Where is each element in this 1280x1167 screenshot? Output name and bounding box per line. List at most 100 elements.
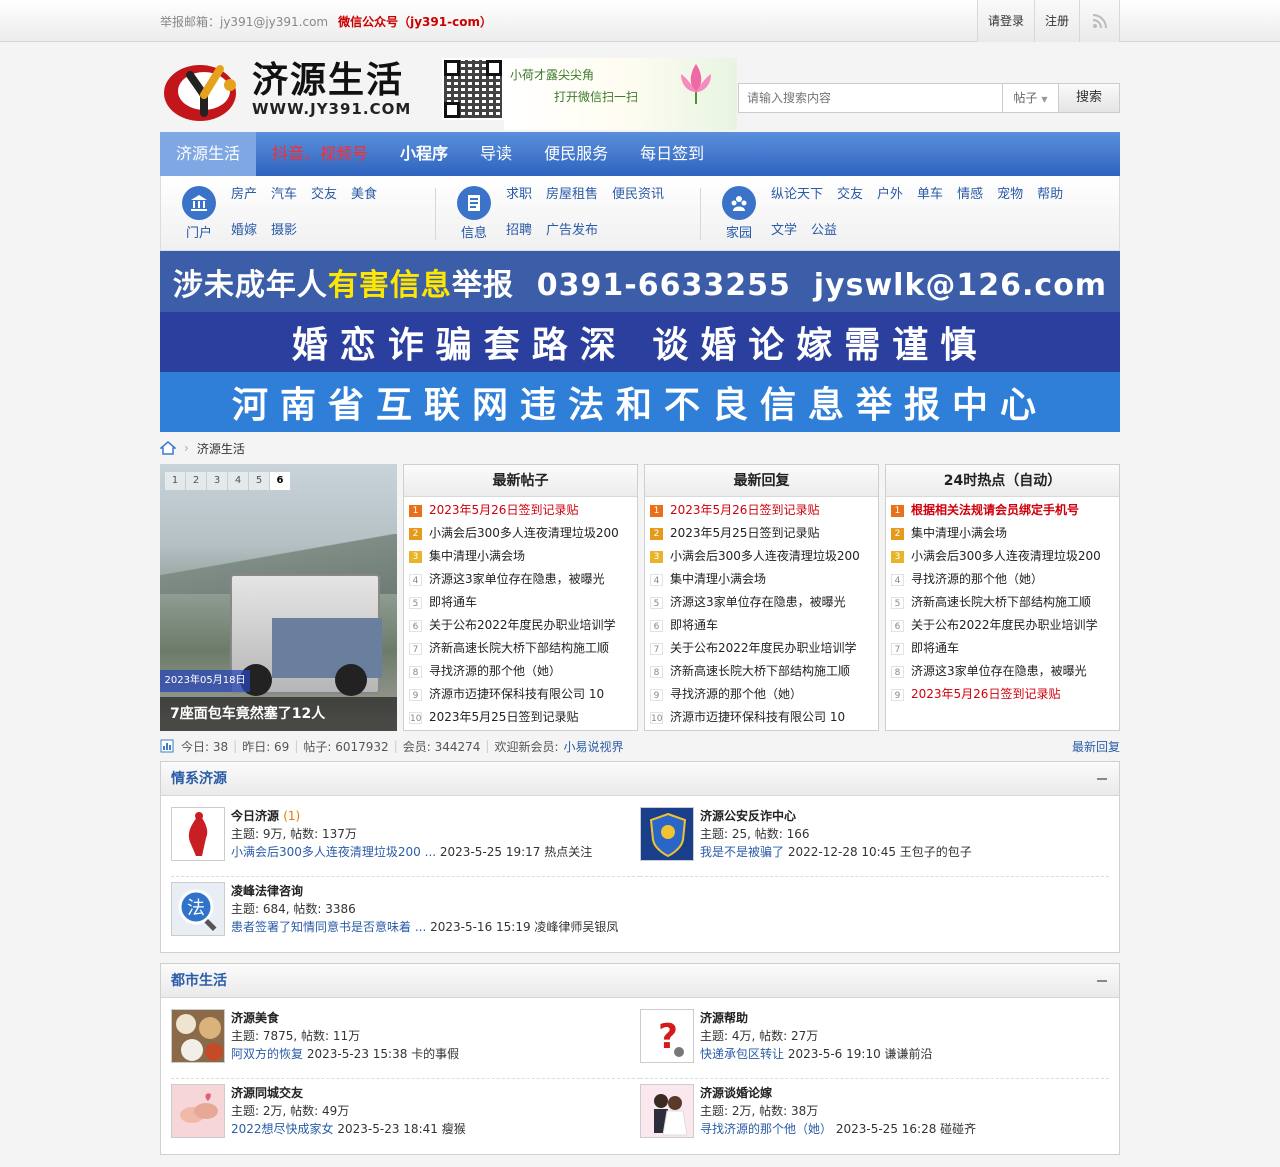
collapse-icon[interactable] xyxy=(1097,778,1107,780)
subnav-link[interactable]: 广告发布 xyxy=(546,222,598,250)
list-item[interactable]: 6 即将通车 xyxy=(650,614,878,637)
subnav-link[interactable]: 公益 xyxy=(811,222,837,250)
login-link[interactable]: 请登录 xyxy=(977,0,1035,42)
list-item[interactable]: 7 济新高速长院大桥下部结构施工顺 xyxy=(409,637,637,660)
list-item[interactable]: 2 2023年5月25日签到记录贴 xyxy=(650,522,878,545)
last-post-link[interactable]: 快递承包区转让 xyxy=(700,1047,784,1061)
register-link[interactable]: 注册 xyxy=(1034,0,1080,42)
collapse-icon[interactable] xyxy=(1097,980,1107,982)
nav-item-checkin[interactable]: 每日签到 xyxy=(624,132,720,176)
section-title[interactable]: 情系济源 xyxy=(171,771,227,787)
list-item[interactable]: 5 即将通车 xyxy=(409,591,637,614)
list-item[interactable]: 8 寻找济源的那个他（她） xyxy=(409,660,637,683)
home-icon[interactable] xyxy=(160,441,176,455)
slider-page-active[interactable]: 6 xyxy=(270,472,290,490)
subnav-link[interactable]: 情感 xyxy=(957,186,983,214)
list-item[interactable]: 9 2023年5月26日签到记录贴 xyxy=(891,683,1119,706)
site-logo[interactable]: 济源生活 WWW.JY391.COM xyxy=(160,54,430,126)
list-item[interactable]: 4 寻找济源的那个他（她） xyxy=(891,568,1119,591)
last-post-link[interactable]: 阿双方的恢复 xyxy=(231,1047,303,1061)
subnav-link[interactable]: 汽车 xyxy=(271,186,297,214)
nav-item-douyin[interactable]: 抖音、视频号 xyxy=(256,132,384,176)
list-item[interactable]: 3 小满会后300多人连夜清理垃圾200 xyxy=(891,545,1119,568)
forum-name[interactable]: 济源公安反诈中心 xyxy=(700,809,796,823)
list-item[interactable]: 8 济源这3家单位存在隐患，被曝光 xyxy=(891,660,1119,683)
subnav-link[interactable]: 婚嫁 xyxy=(231,222,257,250)
list-item[interactable]: 4 集中清理小满会场 xyxy=(650,568,878,591)
list-item[interactable]: 3 集中清理小满会场 xyxy=(409,545,637,568)
breadcrumb-current[interactable]: 济源生活 xyxy=(197,440,245,457)
slider-page[interactable]: 5 xyxy=(249,472,269,490)
list-item[interactable]: 2 小满会后300多人连夜清理垃圾200 xyxy=(409,522,637,545)
forum-icon-law[interactable]: 法 xyxy=(171,882,225,936)
forum-icon-food[interactable] xyxy=(171,1009,225,1063)
subnav-link[interactable]: 交友 xyxy=(837,186,863,214)
last-post-link[interactable]: 我是不是被骗了 xyxy=(700,845,784,859)
forum-name[interactable]: 济源同城交友 xyxy=(231,1086,303,1100)
forum-name[interactable]: 济源谈婚论嫁 xyxy=(700,1086,772,1100)
subnav-link[interactable]: 交友 xyxy=(311,186,337,214)
list-item[interactable]: 1 2023年5月26日签到记录贴 xyxy=(409,499,637,522)
subnav-link[interactable]: 便民资讯 xyxy=(612,186,664,214)
subnav-link[interactable]: 房产 xyxy=(231,186,257,214)
nav-item-services[interactable]: 便民服务 xyxy=(528,132,624,176)
subnav-link[interactable]: 求职 xyxy=(506,186,532,214)
forum-name[interactable]: 今日济源 xyxy=(231,809,279,823)
list-item[interactable]: 2 集中清理小满会场 xyxy=(891,522,1119,545)
list-item[interactable]: 5 济新高速长院大桥下部结构施工顺 xyxy=(891,591,1119,614)
subnav-link[interactable]: 宠物 xyxy=(997,186,1023,214)
subnav-link[interactable]: 单车 xyxy=(917,186,943,214)
forum-icon-police[interactable] xyxy=(640,807,694,861)
wechat-account[interactable]: 微信公众号（jy391-com） xyxy=(338,13,492,30)
forum-icon-couple[interactable] xyxy=(640,1084,694,1138)
subnav-link[interactable]: 文学 xyxy=(771,222,797,250)
search-button[interactable]: 搜索 xyxy=(1059,83,1120,113)
report-center-banner[interactable]: 河南省互联网违法和不良信息举报中心 xyxy=(160,372,1120,432)
section-title[interactable]: 都市生活 xyxy=(171,973,227,989)
list-item[interactable]: 9 寻找济源的那个他（她） xyxy=(650,683,878,706)
list-item[interactable]: 7 关于公布2022年度民办职业培训学 xyxy=(650,637,878,660)
list-item[interactable]: 6 关于公布2022年度民办职业培训学 xyxy=(891,614,1119,637)
list-item[interactable]: 10 2023年5月25日签到记录贴 xyxy=(409,706,637,729)
new-member-link[interactable]: 小易说视界 xyxy=(564,738,624,755)
last-post-link[interactable]: 患者签署了知情同意书是否意味着 ... xyxy=(231,920,426,934)
list-item[interactable]: 10 济源市迈捷环保科技有限公司 10 xyxy=(650,706,878,729)
search-input[interactable] xyxy=(738,83,1002,113)
slider-page[interactable]: 1 xyxy=(165,472,185,490)
forum-name[interactable]: 凌峰法律咨询 xyxy=(231,884,303,898)
subnav-label-home[interactable]: 家园 xyxy=(721,222,757,241)
list-item[interactable]: 5 济源这3家单位存在隐患，被曝光 xyxy=(650,591,878,614)
slider-page[interactable]: 4 xyxy=(228,472,248,490)
subnav-label-portal[interactable]: 门户 xyxy=(181,222,217,241)
subnav-link[interactable]: 户外 xyxy=(877,186,903,214)
subnav-label-info[interactable]: 信息 xyxy=(456,222,492,241)
list-item[interactable]: 3 小满会后300多人连夜清理垃圾200 xyxy=(650,545,878,568)
report-banner[interactable]: 涉未成年人 有害信息 举报 0391-6633255 jyswlk@126.com xyxy=(160,251,1120,312)
list-item[interactable]: 1 2023年5月26日签到记录贴 xyxy=(650,499,878,522)
forum-icon-dancer[interactable] xyxy=(171,807,225,861)
list-item[interactable]: 4 济源这3家单位存在隐患，被曝光 xyxy=(409,568,637,591)
latest-reply-link[interactable]: 最新回复 xyxy=(1072,738,1120,755)
last-post-link[interactable]: 寻找济源的那个他（她） xyxy=(700,1122,832,1136)
forum-name[interactable]: 济源美食 xyxy=(231,1011,279,1025)
list-item[interactable]: 1 根据相关法规请会员绑定手机号 xyxy=(891,499,1119,522)
forum-name[interactable]: 济源帮助 xyxy=(700,1011,748,1025)
forum-icon-hands[interactable] xyxy=(171,1084,225,1138)
subnav-link[interactable]: 美食 xyxy=(351,186,377,214)
subnav-link[interactable]: 招聘 xyxy=(506,222,532,250)
subnav-link[interactable]: 房屋租售 xyxy=(546,186,598,214)
subnav-link[interactable]: 纵论天下 xyxy=(771,186,823,214)
search-type-select[interactable]: 帖子 ▼ xyxy=(1002,83,1059,113)
nav-item-home[interactable]: 济源生活 xyxy=(160,132,257,176)
image-slider[interactable]: 1 2 3 4 5 6 2023年05月18日 7座面包车竟然塞了12人 xyxy=(160,464,397,731)
list-item[interactable]: 8 济新高速长院大桥下部结构施工顺 xyxy=(650,660,878,683)
subnav-link[interactable]: 帮助 xyxy=(1037,186,1063,214)
slider-page[interactable]: 3 xyxy=(207,472,227,490)
list-item[interactable]: 7 即将通车 xyxy=(891,637,1119,660)
list-item[interactable]: 9 济源市迈捷环保科技有限公司 10 xyxy=(409,683,637,706)
nav-item-miniprogram[interactable]: 小程序 xyxy=(384,132,464,176)
slider-page[interactable]: 2 xyxy=(186,472,206,490)
last-post-link[interactable]: 小满会后300多人连夜清理垃圾200 ... xyxy=(231,845,436,859)
last-post-link[interactable]: 2022想尽快成家女 xyxy=(231,1122,334,1136)
slide-caption[interactable]: 7座面包车竟然塞了12人 xyxy=(160,697,397,731)
